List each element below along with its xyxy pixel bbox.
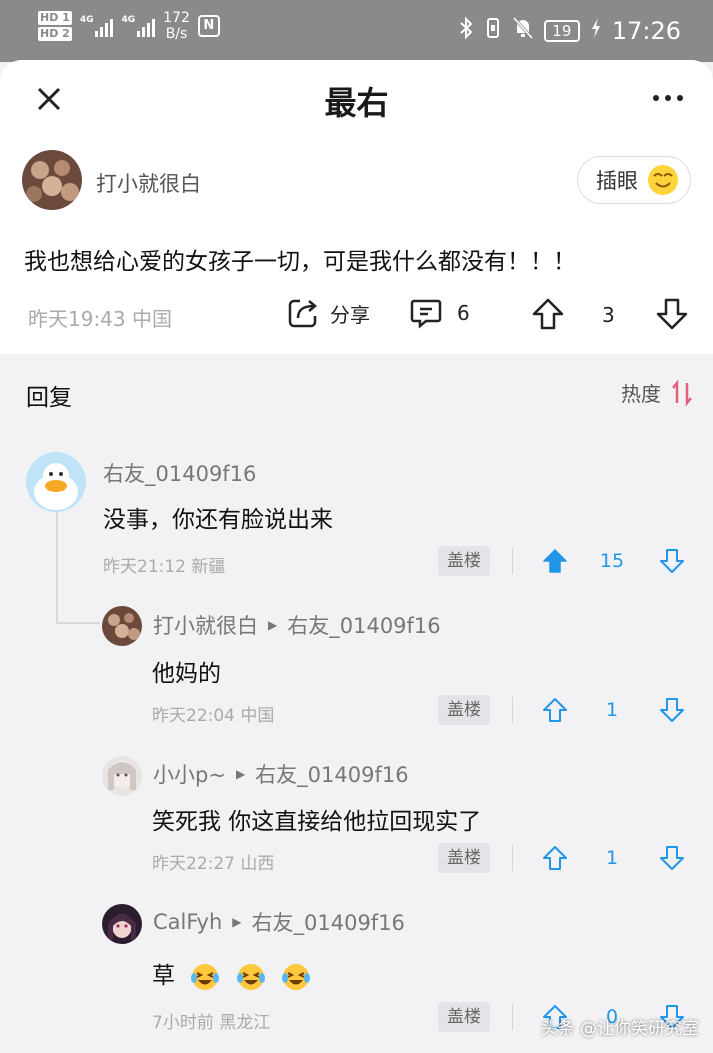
downvote-icon — [660, 698, 684, 722]
charging-icon — [590, 16, 602, 46]
downvote-button[interactable] — [659, 845, 685, 871]
comment-time-location: 昨天22:04 中国 — [152, 706, 275, 726]
nfc-icon: N — [197, 15, 220, 37]
laugh-cry-emoji-icon — [281, 963, 310, 990]
reply-to-name[interactable]: 右友_01409f16 — [252, 907, 405, 937]
divider — [512, 1004, 513, 1030]
comment-text: 笑死我 你这直接给他拉回现实了 — [152, 809, 482, 835]
author-avatar[interactable] — [22, 150, 82, 210]
clock-time: 17:26 — [611, 17, 681, 45]
post-detail-sheet: 最右 打小就很白 插眼 我也想给心爱的女孩子一切，可是我什么都没有！！！ 昨天1… — [0, 60, 713, 1053]
more-dot-icon — [653, 95, 659, 101]
comment-button[interactable]: 6 — [409, 296, 470, 330]
reply-to-name[interactable]: 右友_01409f16 — [255, 759, 408, 789]
commenter-name[interactable]: CalFyh ▶ 右友_01409f16 — [153, 907, 405, 937]
floor-reply-button[interactable]: 盖楼 — [438, 695, 490, 725]
hd1-badge: HD 1 — [38, 11, 72, 25]
sort-label: 热度 — [621, 382, 661, 406]
comment-time-location: 昨天22:27 山西 — [152, 854, 275, 874]
commenter-avatar[interactable] — [102, 904, 142, 944]
share-button[interactable]: 分享 — [286, 296, 370, 330]
upvote-filled-icon — [543, 549, 567, 573]
commenter-name[interactable]: 打小就很白 ▶ 右友_01409f16 — [153, 610, 441, 640]
comment-time-location: 7小时前 黑龙江 — [152, 1013, 271, 1033]
source-watermark: 头条 @让你笑研究室 — [540, 1019, 699, 1039]
reply-to-arrow-icon: ▶ — [232, 915, 242, 929]
bookmark-label: 插眼 — [596, 169, 638, 193]
share-label: 分享 — [330, 302, 370, 327]
more-dot-icon — [665, 95, 671, 101]
reply-to-name[interactable]: 右友_01409f16 — [287, 610, 440, 640]
comment-text: 草 — [152, 956, 311, 992]
author-name[interactable]: 打小就很白 — [96, 168, 201, 198]
thread-line — [56, 622, 100, 624]
downvote-button[interactable] — [659, 697, 685, 723]
comment-text: 没事，你还有脸说出来 — [103, 507, 333, 533]
upvote-icon — [532, 298, 564, 330]
upvote-count: 3 — [602, 303, 615, 327]
commenter-name[interactable]: 小小p~ ▶ 右友_01409f16 — [153, 759, 409, 789]
upvote-button[interactable] — [530, 296, 566, 336]
comment-count: 6 — [457, 301, 470, 325]
comment-icon — [410, 299, 442, 329]
status-bar: HD 1 HD 2 4G 4G 172 B/s N 19 17:26 — [0, 0, 713, 62]
divider — [512, 845, 513, 871]
reply-to-arrow-icon: ▶ — [268, 618, 278, 632]
divider — [512, 697, 513, 723]
vote-count: 1 — [605, 699, 619, 721]
smile-emoji-icon — [648, 165, 678, 195]
commenter-avatar[interactable] — [102, 756, 142, 796]
signal-1-icon: 4G — [80, 15, 114, 37]
downvote-icon — [656, 298, 688, 330]
post-content: 我也想给心爱的女孩子一切，可是我什么都没有！！！ — [24, 249, 576, 275]
more-options-button[interactable] — [653, 88, 687, 108]
vote-count: 15 — [599, 550, 625, 572]
mute-bell-icon — [512, 16, 534, 46]
sort-by-hot-button[interactable]: 热度 — [621, 378, 693, 407]
floor-reply-button[interactable]: 盖楼 — [438, 843, 490, 873]
more-dot-icon — [677, 95, 683, 101]
hd2-badge: HD 2 — [38, 27, 72, 41]
commenter-avatar[interactable] — [26, 452, 86, 512]
signal-2-icon: 4G — [121, 15, 156, 37]
divider — [512, 548, 513, 574]
sort-icon — [672, 379, 692, 406]
upvote-button[interactable] — [542, 845, 568, 871]
share-icon — [288, 299, 317, 328]
commenter-name[interactable]: 右友_01409f16 — [103, 458, 256, 488]
floor-reply-button[interactable]: 盖楼 — [438, 546, 490, 576]
bookmark-button[interactable]: 插眼 — [577, 156, 691, 204]
downvote-button[interactable] — [654, 296, 690, 336]
upvote-icon — [543, 846, 567, 870]
thread-line — [56, 512, 58, 624]
network-speed: 172 B/s — [163, 10, 190, 42]
laugh-cry-emoji-icon — [236, 963, 265, 990]
floor-reply-button[interactable]: 盖楼 — [438, 1002, 490, 1032]
reply-to-arrow-icon: ▶ — [235, 767, 246, 781]
downvote-icon — [660, 846, 684, 870]
upvote-button[interactable] — [542, 548, 568, 574]
vote-count: 1 — [605, 847, 619, 869]
vibrate-icon — [484, 16, 502, 46]
downvote-button[interactable] — [659, 548, 685, 574]
replies-heading: 回复 — [26, 385, 72, 411]
battery-icon: 19 — [543, 20, 580, 42]
post-card: 最右 打小就很白 插眼 我也想给心爱的女孩子一切，可是我什么都没有！！！ 昨天1… — [0, 60, 713, 354]
post-time-location: 昨天19:43 中国 — [28, 307, 172, 331]
commenter-avatar[interactable] — [102, 606, 142, 646]
comment-text: 他妈的 — [152, 661, 221, 687]
bluetooth-icon — [458, 16, 474, 46]
page-title: 最右 — [324, 84, 389, 122]
downvote-icon — [660, 549, 684, 573]
laugh-cry-emoji-icon — [191, 963, 220, 990]
comment-time-location: 昨天21:12 新疆 — [103, 557, 226, 577]
upvote-button[interactable] — [542, 697, 568, 723]
upvote-icon — [543, 698, 567, 722]
